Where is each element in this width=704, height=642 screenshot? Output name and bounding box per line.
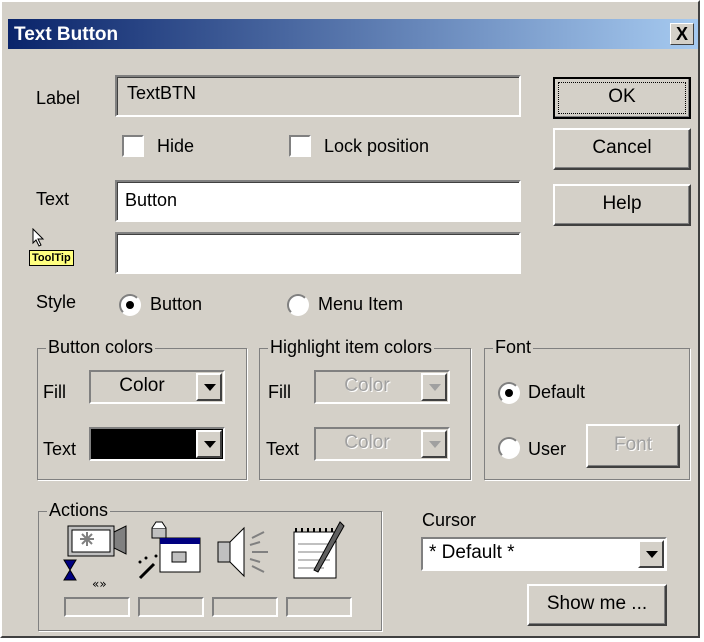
highlight-fill-value: Color bbox=[344, 375, 390, 396]
chevron-down-icon[interactable] bbox=[638, 540, 664, 568]
font-user-label: User bbox=[528, 439, 567, 459]
button-fill-value: Color bbox=[119, 375, 165, 396]
style-menu-item-label: Menu Item bbox=[318, 294, 404, 314]
svg-text:«»: «» bbox=[92, 577, 107, 591]
highlight-text-value: Color bbox=[344, 432, 390, 453]
action-slot-4 bbox=[286, 597, 352, 617]
close-icon: X bbox=[675, 24, 688, 44]
window-title: Text Button bbox=[14, 24, 119, 45]
action-slot-3 bbox=[212, 597, 278, 617]
chevron-down-icon[interactable] bbox=[196, 373, 222, 401]
highlight-fill-caption: Fill bbox=[268, 382, 291, 402]
animation-icon[interactable] bbox=[134, 508, 204, 588]
button-text-color-value bbox=[91, 429, 193, 459]
button-text-caption: Text bbox=[43, 439, 77, 459]
button-text-color-select[interactable] bbox=[89, 427, 225, 461]
movie-icon[interactable]: «» bbox=[60, 508, 130, 591]
cancel-button[interactable]: Cancel bbox=[553, 128, 691, 170]
font-button[interactable]: Font bbox=[586, 424, 680, 468]
cursor-select[interactable]: * Default * bbox=[421, 537, 667, 571]
cursor-caption: Cursor bbox=[422, 510, 477, 530]
highlight-text-select[interactable]: Color bbox=[314, 427, 450, 461]
label-field: TextBTN bbox=[115, 75, 521, 117]
action-slot-1 bbox=[64, 597, 130, 617]
highlight-colors-title: Highlight item colors bbox=[268, 337, 435, 358]
style-menu-item-radio[interactable] bbox=[287, 294, 309, 316]
lock-position-checkbox[interactable] bbox=[289, 135, 311, 157]
font-default-radio[interactable] bbox=[498, 382, 520, 404]
tooltip-input[interactable] bbox=[115, 232, 521, 274]
font-default-label: Default bbox=[528, 382, 586, 402]
hide-checkbox-label: Hide bbox=[157, 136, 195, 156]
style-caption: Style bbox=[36, 292, 77, 312]
button-fill-select[interactable]: Color bbox=[89, 370, 225, 404]
help-button[interactable]: Help bbox=[553, 184, 691, 226]
show-me-button[interactable]: Show me ... bbox=[527, 584, 667, 626]
style-button-label: Button bbox=[150, 294, 203, 314]
action-slot-2 bbox=[138, 597, 204, 617]
label-caption: Label bbox=[36, 88, 81, 108]
title-bar[interactable]: Text Button X bbox=[8, 19, 698, 49]
font-group-title: Font bbox=[493, 337, 534, 358]
button-colors-title: Button colors bbox=[46, 337, 156, 358]
close-button[interactable]: X bbox=[670, 23, 694, 45]
dialog-window: Text Button X Label TextBTN Hide Lock po… bbox=[0, 0, 700, 638]
notepad-icon[interactable] bbox=[284, 508, 354, 588]
chevron-down-icon[interactable] bbox=[196, 430, 222, 458]
cursor-value: * Default * bbox=[429, 542, 515, 563]
chevron-down-icon[interactable] bbox=[421, 430, 447, 458]
tooltip-badge: ToolTip bbox=[29, 250, 74, 266]
speaker-icon[interactable] bbox=[208, 508, 278, 588]
style-button-radio[interactable] bbox=[119, 294, 141, 316]
font-user-radio[interactable] bbox=[498, 437, 520, 459]
button-fill-caption: Fill bbox=[43, 382, 66, 402]
hide-checkbox[interactable] bbox=[122, 135, 144, 157]
text-input[interactable]: Button bbox=[115, 180, 521, 222]
ok-button[interactable]: OK bbox=[553, 77, 691, 119]
highlight-fill-select[interactable]: Color bbox=[314, 370, 450, 404]
text-caption: Text bbox=[36, 189, 70, 209]
chevron-down-icon[interactable] bbox=[421, 373, 447, 401]
lock-position-label: Lock position bbox=[324, 136, 430, 156]
highlight-text-caption: Text bbox=[266, 439, 300, 459]
